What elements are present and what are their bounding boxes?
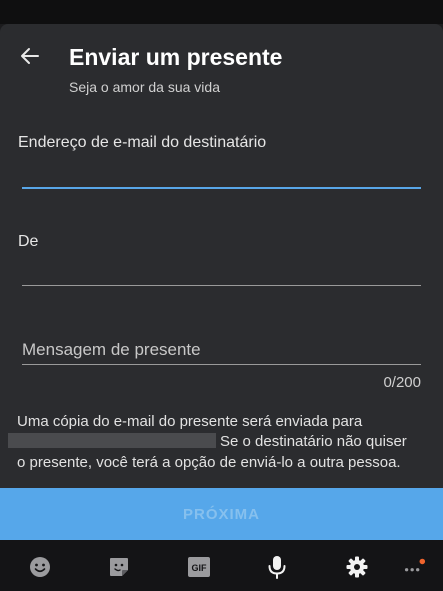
svg-text:GIF: GIF bbox=[192, 563, 208, 573]
more-button[interactable] bbox=[402, 555, 426, 579]
settings-button[interactable] bbox=[345, 555, 369, 579]
from-label: De bbox=[18, 233, 39, 250]
info-text-line-3: o presente, você terá a opção de enviá-l… bbox=[17, 454, 401, 471]
next-button[interactable]: PRÓXIMA bbox=[0, 488, 443, 540]
sticker-icon bbox=[110, 558, 128, 576]
character-counter: 0/200 bbox=[383, 374, 421, 391]
from-field[interactable] bbox=[22, 255, 421, 285]
back-button[interactable] bbox=[16, 42, 44, 70]
email-field[interactable] bbox=[22, 157, 421, 187]
arrow-left-icon bbox=[21, 48, 39, 64]
message-underline bbox=[22, 364, 421, 365]
page-subtitle: Seja o amor da sua vida bbox=[69, 79, 220, 95]
microphone-icon bbox=[268, 556, 286, 579]
gif-icon: GIF bbox=[188, 557, 210, 577]
from-underline bbox=[22, 285, 421, 286]
sticker-button[interactable] bbox=[107, 555, 131, 579]
notification-dot bbox=[419, 558, 426, 565]
email-underline bbox=[22, 187, 421, 189]
redacted-email bbox=[8, 433, 216, 448]
info-text-line-2: Se o destinatário não quiser bbox=[220, 433, 407, 450]
status-bar bbox=[0, 0, 443, 24]
info-text-line-1: Uma cópia do e-mail do presente será env… bbox=[17, 413, 363, 430]
page-title: Enviar um presente bbox=[69, 44, 283, 70]
message-field[interactable] bbox=[22, 336, 421, 366]
email-label: Endereço de e-mail do destinatário bbox=[18, 134, 267, 151]
keyboard-toolbar: GIF bbox=[0, 540, 443, 591]
microphone-button[interactable] bbox=[265, 555, 289, 579]
gear-icon bbox=[346, 556, 368, 578]
gif-button[interactable]: GIF bbox=[187, 555, 211, 579]
more-icon bbox=[404, 558, 426, 572]
emoji-button[interactable] bbox=[28, 555, 52, 579]
emoji-icon bbox=[30, 557, 50, 577]
